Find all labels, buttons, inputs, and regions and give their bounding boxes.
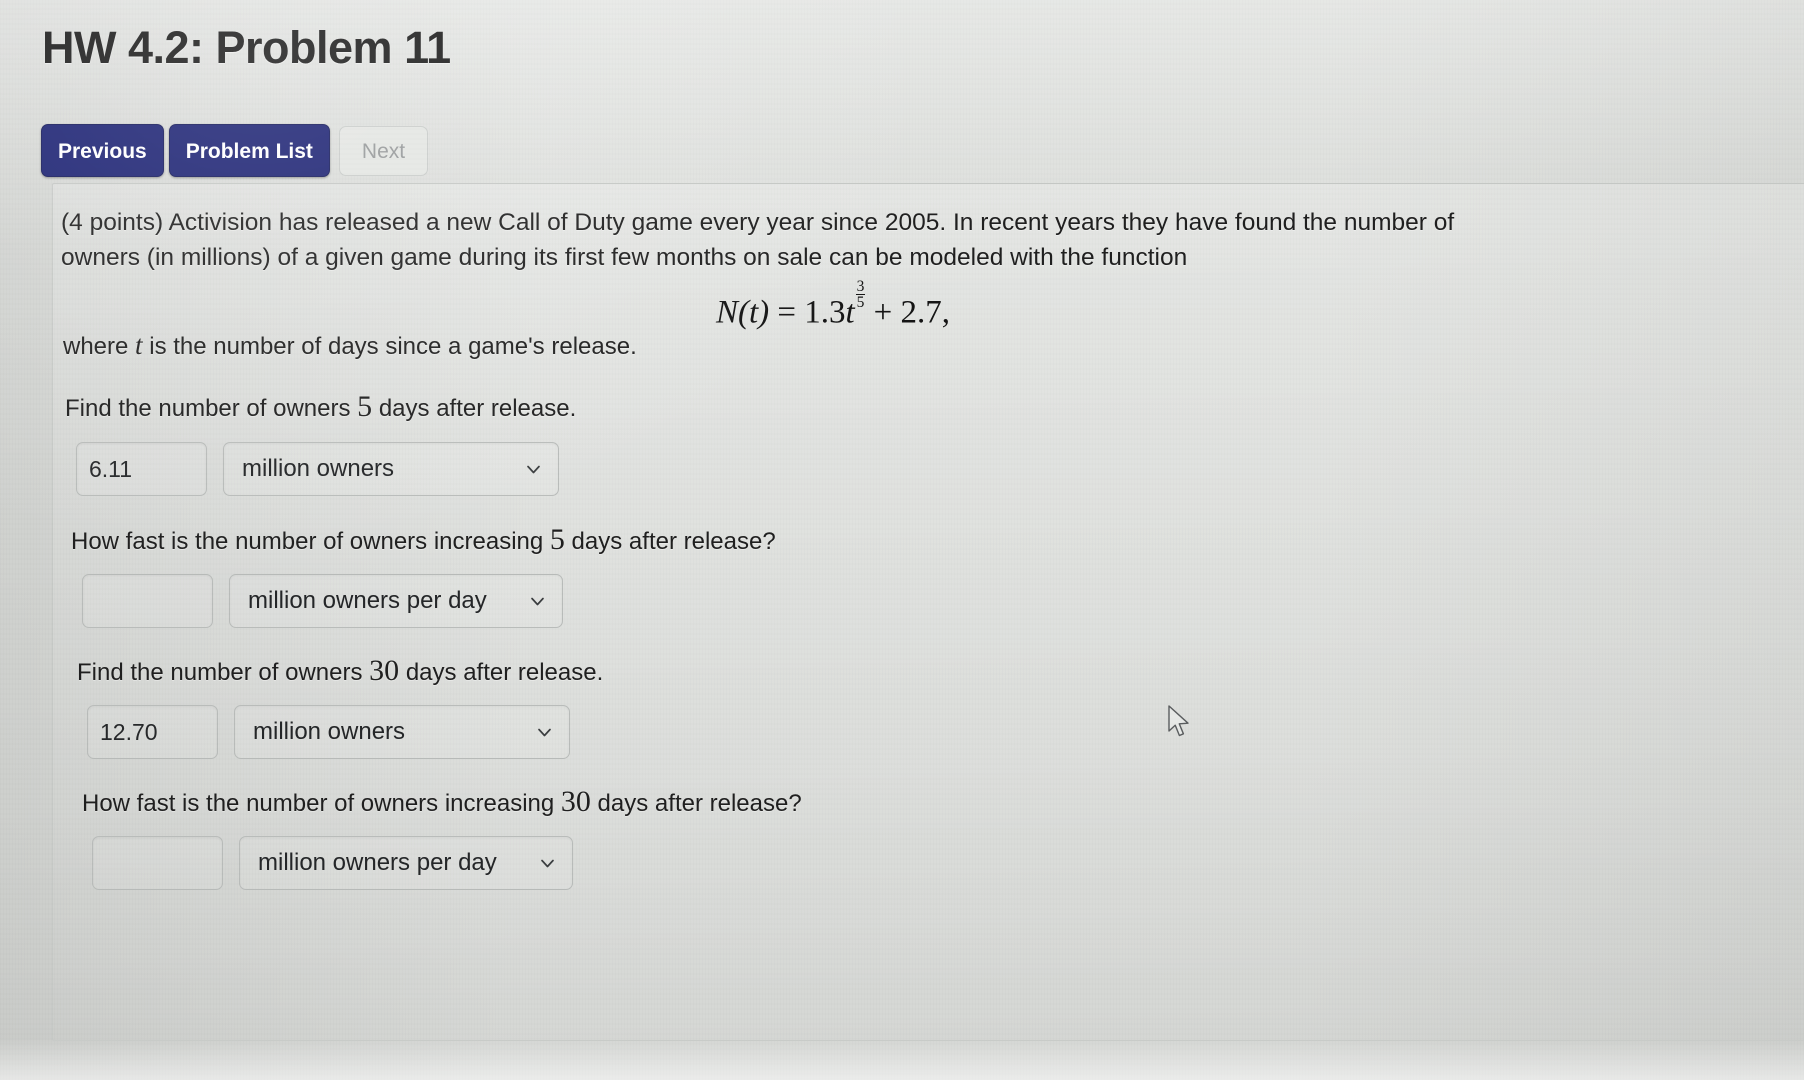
formula-plus: +	[873, 294, 893, 331]
formula-exponent-fraction: 35	[855, 277, 866, 312]
problem-list-button[interactable]: Problem List	[168, 124, 330, 177]
where-variable: t	[135, 330, 143, 360]
chevron-down-icon	[525, 461, 542, 478]
formula-lhs: N(t)	[715, 294, 770, 331]
question-3-text: Find the number of owners 30 days after …	[77, 650, 603, 693]
answer-row-4: million owners per day	[92, 836, 573, 890]
answer-input-1[interactable]	[76, 442, 207, 496]
problem-navigation: Previous Problem List Next	[41, 124, 429, 177]
exponent-numerator: 3	[855, 277, 866, 296]
answer-row-2: million owners per day	[82, 574, 563, 628]
question-3-suffix: days after release.	[399, 659, 604, 686]
question-1-suffix: days after release.	[372, 395, 577, 422]
question-4-text: How fast is the number of owners increas…	[82, 781, 802, 824]
screen-photo-backdrop: HW 4.2: Problem 11 Previous Problem List…	[0, 0, 1804, 1080]
question-2-value: 5	[549, 523, 565, 556]
question-3-prefix: Find the number of owners	[77, 659, 370, 686]
unit-select-4[interactable]: million owners per day	[239, 836, 573, 890]
question-4-suffix: days after release?	[590, 790, 802, 817]
answer-input-2[interactable]	[82, 574, 213, 628]
question-2-text: How fast is the number of owners increas…	[71, 519, 776, 562]
unit-select-2[interactable]: million owners per day	[229, 574, 563, 628]
formula-comma: ,	[941, 294, 951, 331]
unit-select-3[interactable]: million owners	[234, 705, 570, 759]
question-1-prefix: Find the number of owners	[65, 395, 358, 422]
answer-row-3: million owners	[87, 705, 570, 759]
chevron-down-icon	[539, 855, 556, 872]
unit-select-4-label: million owners per day	[258, 849, 497, 876]
answer-input-4[interactable]	[92, 836, 223, 890]
formula-equals: =	[777, 294, 796, 331]
formula-coefficient: 1.3	[804, 294, 846, 331]
unit-select-1-label: million owners	[242, 455, 395, 482]
formula-constant: 2.7	[900, 294, 942, 331]
question-1-value: 5	[357, 390, 373, 423]
page-title: HW 4.2: Problem 11	[42, 22, 451, 73]
bottom-shade	[0, 1038, 1804, 1080]
unit-select-3-label: million owners	[253, 718, 406, 745]
exponent-denominator: 5	[856, 294, 865, 312]
where-suffix: is the number of days since a game's rel…	[142, 333, 637, 360]
question-3-value: 30	[369, 654, 400, 687]
problem-statement: (4 points) Activision has released a new…	[61, 209, 1455, 271]
function-formula: N(t) = 1.3t 3 5 + 2.7,	[53, 277, 1613, 332]
problem-panel-body: (4 points) Activision has released a new…	[53, 184, 1804, 1040]
formula-variable: t	[845, 294, 855, 331]
problem-panel: (4 points) Activision has released a new…	[52, 183, 1804, 1041]
variable-definition: where t is the number of days since a ga…	[63, 326, 637, 364]
chevron-down-icon	[536, 724, 553, 741]
previous-button[interactable]: Previous	[41, 124, 164, 177]
question-4-prefix: How fast is the number of owners increas…	[82, 790, 561, 817]
question-4-value: 30	[560, 785, 591, 818]
unit-select-2-label: million owners per day	[248, 587, 487, 614]
answer-row-1: million owners	[76, 442, 559, 496]
unit-select-1[interactable]: million owners	[223, 442, 559, 496]
where-prefix: where	[63, 333, 136, 360]
answer-input-3[interactable]	[87, 705, 218, 759]
question-2-suffix: days after release?	[564, 528, 776, 555]
next-button[interactable]: Next	[338, 126, 429, 176]
question-2-prefix: How fast is the number of owners increas…	[71, 528, 550, 555]
chevron-down-icon	[529, 593, 546, 610]
question-1-text: Find the number of owners 5 days after r…	[65, 386, 576, 429]
